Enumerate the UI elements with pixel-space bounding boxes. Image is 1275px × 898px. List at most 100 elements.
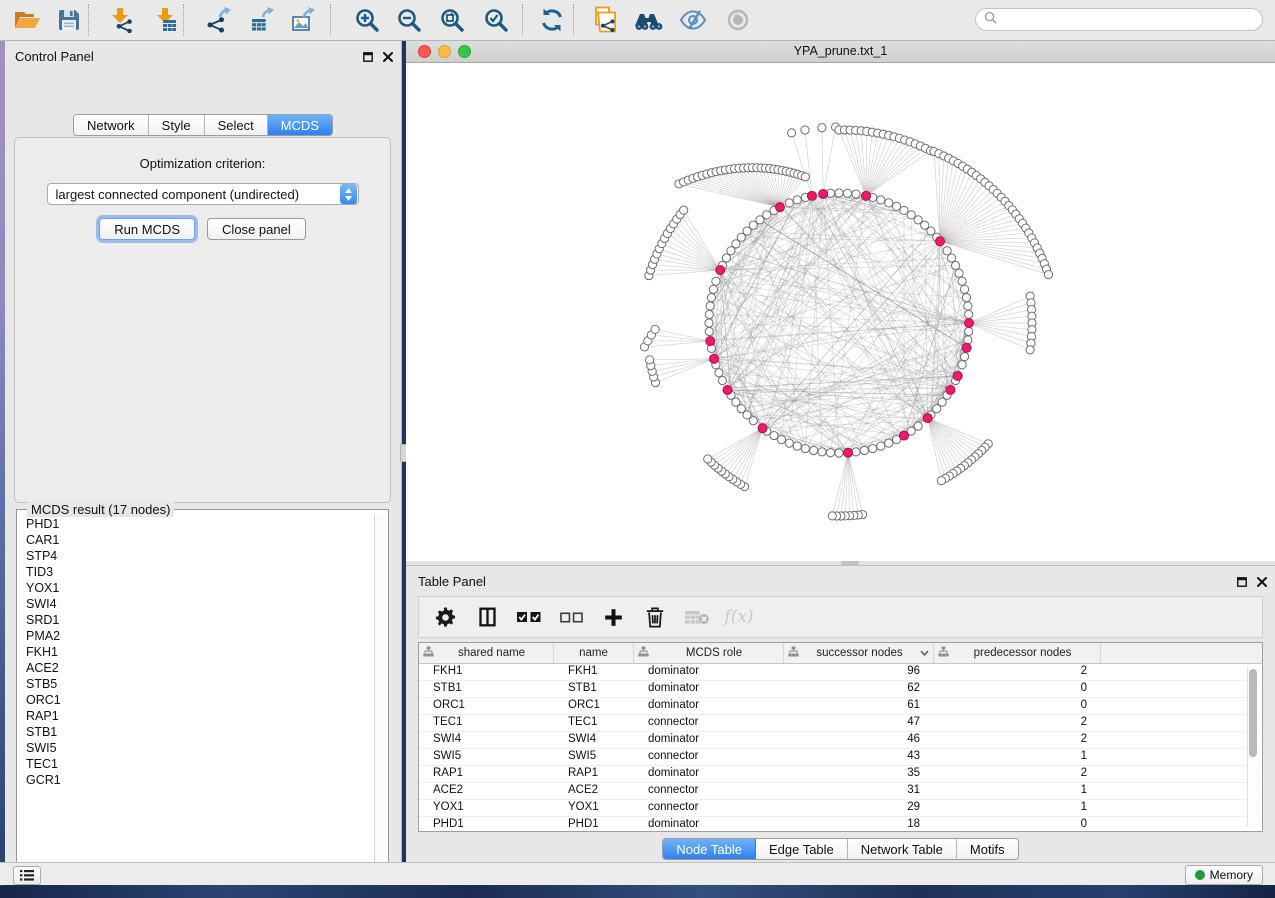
table-cell[interactable]: RAP1 [554,766,634,782]
mcds-result-scrollbar[interactable] [374,514,388,877]
column-header-successor-nodes[interactable]: successor nodes [784,643,934,663]
graph-dominator-node[interactable] [946,385,955,394]
graph-node[interactable] [818,448,826,456]
graph-node[interactable] [947,254,955,262]
mcds-result-item[interactable]: FKH1 [26,644,374,660]
table-cell[interactable]: 47 [784,715,934,731]
table-row[interactable]: SWI4SWI4dominator462 [419,732,1262,749]
graph-node[interactable] [958,277,966,285]
graph-node[interactable] [705,319,713,327]
table-cell[interactable]: dominator [634,698,784,714]
graph-dominator-node[interactable] [923,414,932,423]
graph-dominator-node[interactable] [723,385,732,394]
graph-dominator-node[interactable] [716,266,725,275]
table-cell[interactable]: ACE2 [554,783,634,799]
graph-dominator-node[interactable] [862,191,871,200]
graph-node[interactable] [885,199,893,207]
table-scrollbar[interactable] [1247,666,1259,826]
mcds-result-item[interactable]: TID3 [26,564,374,580]
table-cell[interactable]: STB1 [419,681,554,697]
graph-dominator-node[interactable] [900,431,909,440]
graph-node[interactable] [860,446,868,454]
table-row[interactable]: YOX1YOX1connector291 [419,800,1262,817]
table-scrollbar-thumb[interactable] [1249,669,1257,757]
graph-node[interactable] [777,435,785,443]
graph-node[interactable] [793,442,801,450]
graph-leaf-node[interactable] [645,356,653,364]
graph-node[interactable] [709,285,717,293]
graph-leaf-node[interactable] [801,173,809,181]
float-panel-icon[interactable] [363,49,373,67]
table-cell[interactable]: RAP1 [419,766,554,782]
export-image-icon[interactable] [290,6,320,34]
import-table-icon[interactable] [150,6,180,34]
graph-node[interactable] [960,353,968,361]
tab-motifs[interactable]: Motifs [957,839,1018,859]
table-row[interactable]: ORC1ORC1dominator610 [419,698,1262,715]
mcds-result-item[interactable]: SRD1 [26,612,374,628]
float-panel-icon[interactable] [1237,574,1247,592]
graph-node[interactable] [943,247,951,255]
table-cell[interactable]: 43 [784,749,934,765]
zoom-fit-icon[interactable] [437,6,467,34]
graph-leaf-node[interactable] [651,325,659,333]
graph-node[interactable] [763,211,771,219]
graph-leaf-node[interactable] [787,129,795,137]
mcds-result-item[interactable]: STP4 [26,548,374,564]
window-zoom-button[interactable] [458,45,471,58]
table-row[interactable]: FKH1FKH1dominator962 [419,664,1262,681]
table-cell[interactable]: SWI4 [419,732,554,748]
graph-node[interactable] [955,269,963,277]
graph-node[interactable] [835,189,843,197]
graph-node[interactable] [960,285,968,293]
graph-dominator-node[interactable] [965,319,974,328]
table-cell[interactable]: 1 [934,800,1101,816]
table-cell[interactable]: SWI5 [554,749,634,765]
search-box[interactable] [975,8,1263,31]
graph-dominator-node[interactable] [953,371,962,380]
run-mcds-button[interactable]: Run MCDS [99,218,195,240]
graph-node[interactable] [707,294,715,302]
table-cell[interactable]: 62 [784,681,934,697]
graph-node[interactable] [965,327,973,335]
table-cell[interactable]: TEC1 [554,715,634,731]
table-row[interactable]: PHD1PHD1dominator180 [419,817,1262,832]
show-all-icon[interactable] [723,6,753,34]
table-row[interactable]: ACE2ACE2connector311 [419,783,1262,800]
graph-dominator-node[interactable] [844,448,853,457]
graph-dominator-node[interactable] [710,354,719,363]
graph-dominator-node[interactable] [819,189,828,198]
table-cell[interactable]: SWI4 [554,732,634,748]
table-cell[interactable]: PHD1 [554,817,634,832]
window-minimize-button[interactable] [438,45,451,58]
graph-node[interactable] [877,442,885,450]
table-cell[interactable]: dominator [634,732,784,748]
tab-network[interactable]: Network [74,115,149,135]
memory-button[interactable]: Memory [1185,865,1263,885]
graph-node[interactable] [826,449,834,457]
table-cell[interactable]: connector [634,749,784,765]
graph-node[interactable] [958,361,966,369]
graph-leaf-node[interactable] [1026,346,1034,354]
graph-node[interactable] [770,431,778,439]
mcds-result-item[interactable]: STB5 [26,676,374,692]
search-input[interactable] [1002,12,1254,28]
table-cell[interactable]: 2 [934,766,1101,782]
graph-node[interactable] [712,277,720,285]
graph-dominator-node[interactable] [807,191,816,200]
table-cell[interactable]: 29 [784,800,934,816]
table-cell[interactable]: FKH1 [554,664,634,680]
find-network-icon[interactable] [634,6,664,34]
table-cell[interactable]: 35 [784,766,934,782]
graph-dominator-node[interactable] [775,203,784,212]
tab-select[interactable]: Select [205,115,268,135]
table-cell[interactable]: 0 [934,817,1101,832]
graph-node[interactable] [715,369,723,377]
tab-node-table[interactable]: Node Table [663,839,756,859]
graph-node[interactable] [951,261,959,269]
table-cell[interactable]: TEC1 [419,715,554,731]
graph-node[interactable] [964,302,972,310]
close-panel-icon[interactable] [383,49,393,67]
table-cell[interactable]: connector [634,800,784,816]
open-file-icon[interactable] [12,6,42,34]
